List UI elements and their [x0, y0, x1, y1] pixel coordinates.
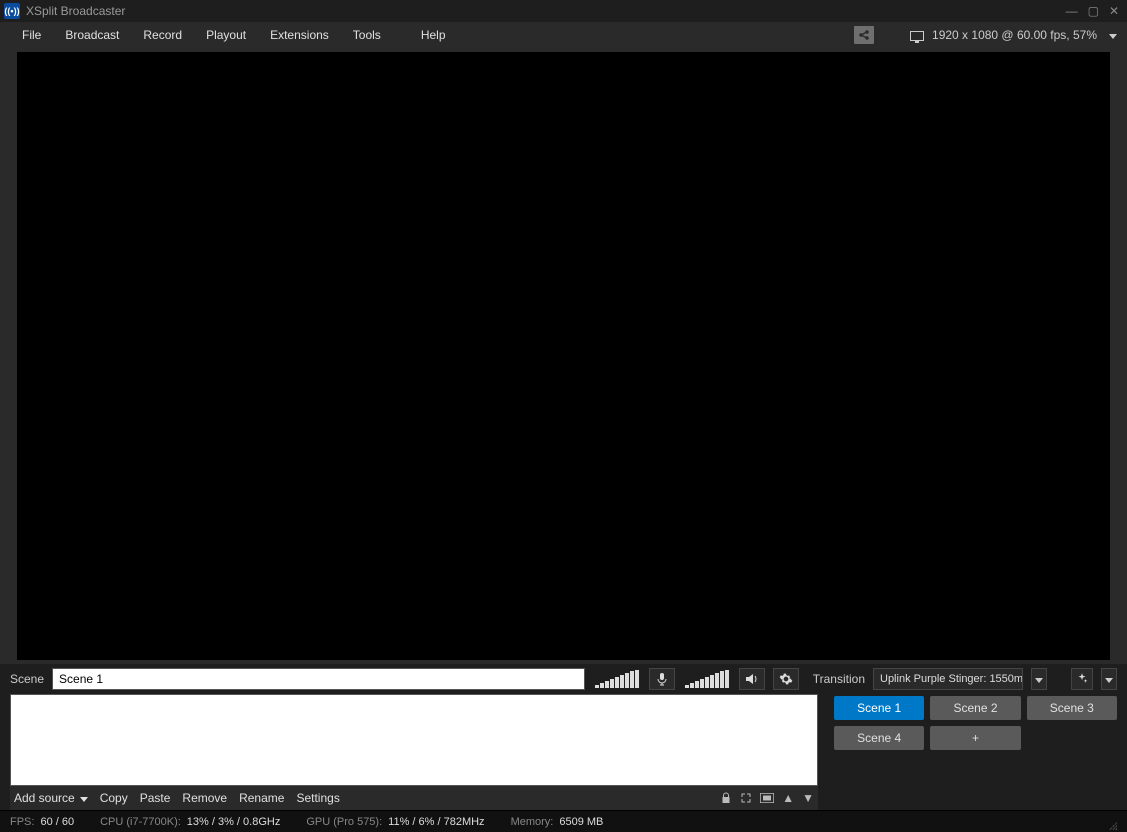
add-source-label: Add source: [14, 791, 75, 805]
fullscreen-icon[interactable]: [740, 792, 752, 804]
lower-panel: Add source Copy Paste Remove Rename Sett…: [0, 694, 1127, 810]
rename-button[interactable]: Rename: [239, 791, 284, 805]
add-scene-button[interactable]: +: [930, 726, 1020, 750]
menu-file[interactable]: File: [10, 24, 53, 46]
maximize-button[interactable]: ▢: [1088, 4, 1099, 18]
fps-label: FPS:: [10, 816, 34, 828]
menu-playout[interactable]: Playout: [194, 24, 258, 46]
close-button[interactable]: ✕: [1109, 4, 1119, 18]
sparkle-icon: [1075, 672, 1089, 686]
transition-dropdown-button[interactable]: [1031, 668, 1047, 690]
share-icon[interactable]: [854, 26, 874, 44]
add-source-button[interactable]: Add source: [14, 791, 88, 805]
memory-label: Memory:: [511, 816, 554, 828]
scenes-panel: Scene 1 Scene 2 Scene 3 Scene 4 +: [834, 694, 1117, 810]
monitor-icon: [910, 31, 924, 41]
scene-button-1[interactable]: Scene 1: [834, 696, 924, 720]
status-bar: FPS: 60 / 60 CPU (i7-7700K): 13% / 3% / …: [0, 810, 1127, 832]
remove-button[interactable]: Remove: [182, 791, 227, 805]
mic-audio-meter[interactable]: [593, 670, 641, 688]
chevron-down-icon: [1035, 678, 1043, 683]
title-bar: ((•)) XSplit Broadcaster — ▢ ✕: [0, 0, 1127, 22]
preview-area: [0, 48, 1127, 664]
settings-button[interactable]: Settings: [296, 791, 339, 805]
resize-grip[interactable]: [1107, 820, 1117, 830]
audio-settings-button[interactable]: [773, 668, 799, 690]
app-icon: ((•)): [4, 3, 20, 19]
menu-record[interactable]: Record: [131, 24, 194, 46]
minimize-button[interactable]: —: [1066, 4, 1078, 18]
speaker-icon: [745, 673, 759, 685]
scene-name-input[interactable]: [52, 668, 585, 690]
menu-bar: File Broadcast Record Playout Extensions…: [0, 22, 1127, 48]
chevron-down-icon: [1105, 678, 1113, 683]
speaker-button[interactable]: [739, 668, 765, 690]
cpu-value: 13% / 3% / 0.8GHz: [187, 816, 281, 828]
transition-select[interactable]: Uplink Purple Stinger: 1550ms: [873, 668, 1023, 690]
speaker-audio-meter[interactable]: [683, 670, 731, 688]
transition-value: Uplink Purple Stinger: 1550ms: [880, 673, 1023, 685]
mic-icon: [656, 672, 668, 686]
fps-value: 60 / 60: [40, 816, 74, 828]
menu-broadcast[interactable]: Broadcast: [53, 24, 131, 46]
scene-button-2[interactable]: Scene 2: [930, 696, 1020, 720]
mic-button[interactable]: [649, 668, 675, 690]
sources-toolbar: Add source Copy Paste Remove Rename Sett…: [10, 786, 818, 810]
menu-extensions[interactable]: Extensions: [258, 24, 341, 46]
transition-label: Transition: [813, 672, 865, 686]
memory-value: 6509 MB: [559, 816, 603, 828]
preview-canvas[interactable]: [17, 52, 1110, 660]
lock-icon[interactable]: [720, 792, 732, 804]
scene-button-4[interactable]: Scene 4: [834, 726, 924, 750]
stinger-fx-button[interactable]: [1071, 668, 1093, 690]
menu-tools[interactable]: Tools: [341, 24, 393, 46]
aspect-icon[interactable]: [760, 793, 774, 803]
move-down-icon[interactable]: ▼: [802, 791, 814, 805]
move-up-icon[interactable]: ▲: [782, 791, 794, 805]
resolution-status[interactable]: 1920 x 1080 @ 60.00 fps, 57%: [932, 28, 1097, 42]
gpu-label: GPU (Pro 575):: [306, 816, 382, 828]
window-controls: — ▢ ✕: [1066, 4, 1123, 18]
sources-panel: Add source Copy Paste Remove Rename Sett…: [10, 694, 818, 810]
gpu-value: 11% / 6% / 782MHz: [388, 816, 484, 828]
scene-button-3[interactable]: Scene 3: [1027, 696, 1117, 720]
scene-label: Scene: [10, 672, 44, 686]
chevron-down-icon: [80, 797, 88, 802]
menu-help[interactable]: Help: [409, 24, 458, 46]
gear-icon: [779, 672, 793, 686]
stinger-dropdown-button[interactable]: [1101, 668, 1117, 690]
app-title: XSplit Broadcaster: [26, 4, 125, 18]
paste-button[interactable]: Paste: [140, 791, 171, 805]
resolution-dropdown-caret[interactable]: [1109, 34, 1117, 39]
copy-button[interactable]: Copy: [100, 791, 128, 805]
sources-list[interactable]: [10, 694, 818, 786]
scene-control-row: Scene: [0, 664, 1127, 694]
cpu-label: CPU (i7-7700K):: [100, 816, 181, 828]
